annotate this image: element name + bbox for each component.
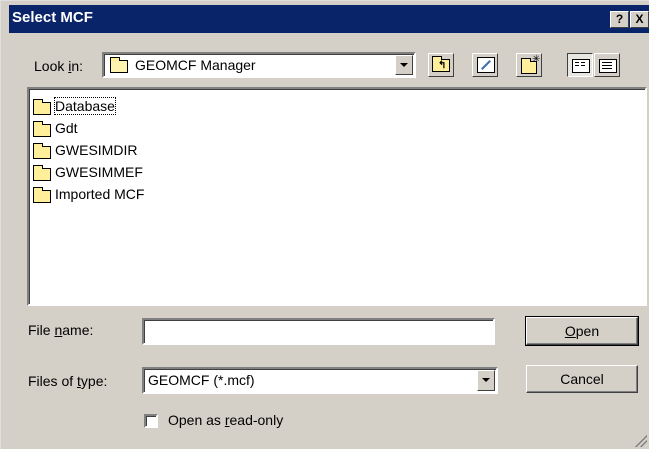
list-item-label: GWESIMMEF: [55, 164, 143, 180]
read-only-label: Open as read-only: [168, 412, 284, 428]
list-item-label: Database: [54, 97, 116, 115]
list-item-label: Gdt: [55, 120, 78, 136]
file-type-value: GEOMCF (*.mcf): [148, 372, 255, 388]
desktop-icon: [477, 57, 495, 73]
file-type-label: Files of type:: [28, 373, 108, 389]
help-button[interactable]: ?: [610, 11, 629, 28]
details-view-button[interactable]: [594, 53, 620, 77]
read-only-checkbox[interactable]: [144, 414, 158, 428]
up-one-level-icon: ↰: [432, 56, 450, 72]
folder-icon: [33, 121, 51, 137]
open-button[interactable]: Open: [525, 316, 639, 346]
details-view-icon: [599, 59, 617, 73]
file-name-input[interactable]: [142, 318, 495, 345]
file-name-label: File name:: [28, 322, 94, 338]
cancel-button[interactable]: Cancel: [526, 365, 638, 393]
folder-icon: [33, 143, 51, 159]
look-in-combo[interactable]: GEOMCF Manager: [102, 52, 416, 78]
up-one-level-button[interactable]: ↰: [428, 53, 454, 77]
look-in-value: GEOMCF Manager: [135, 57, 256, 73]
file-list[interactable]: Database Gdt GWESIMDIR GWESIMMEF Importe…: [27, 87, 647, 306]
folder-icon: [33, 99, 51, 115]
sparkle-icon: ✳: [532, 54, 541, 65]
file-type-dropdown-button[interactable]: [477, 370, 495, 391]
look-in-dropdown-button[interactable]: [395, 55, 413, 75]
title-bar[interactable]: Select MCF ? X: [9, 5, 649, 33]
list-item-label: GWESIMDIR: [55, 142, 138, 158]
file-type-select[interactable]: GEOMCF (*.mcf): [142, 367, 498, 394]
desktop-button[interactable]: [472, 53, 498, 77]
window-title: Select MCF: [12, 9, 93, 26]
select-mcf-dialog: Select MCF ? X Look in: GEOMCF Manager ↰…: [0, 0, 649, 449]
list-item-label: Imported MCF: [55, 186, 145, 202]
list-view-icon: [572, 59, 590, 73]
folder-icon: [33, 165, 51, 181]
folder-icon: [33, 187, 51, 203]
list-view-button[interactable]: [567, 53, 593, 77]
close-button[interactable]: X: [630, 11, 649, 28]
resize-grip[interactable]: [635, 435, 647, 447]
open-folder-icon: [110, 57, 128, 73]
look-in-label: Look in:: [34, 58, 84, 74]
new-folder-button[interactable]: ✳: [516, 53, 542, 77]
